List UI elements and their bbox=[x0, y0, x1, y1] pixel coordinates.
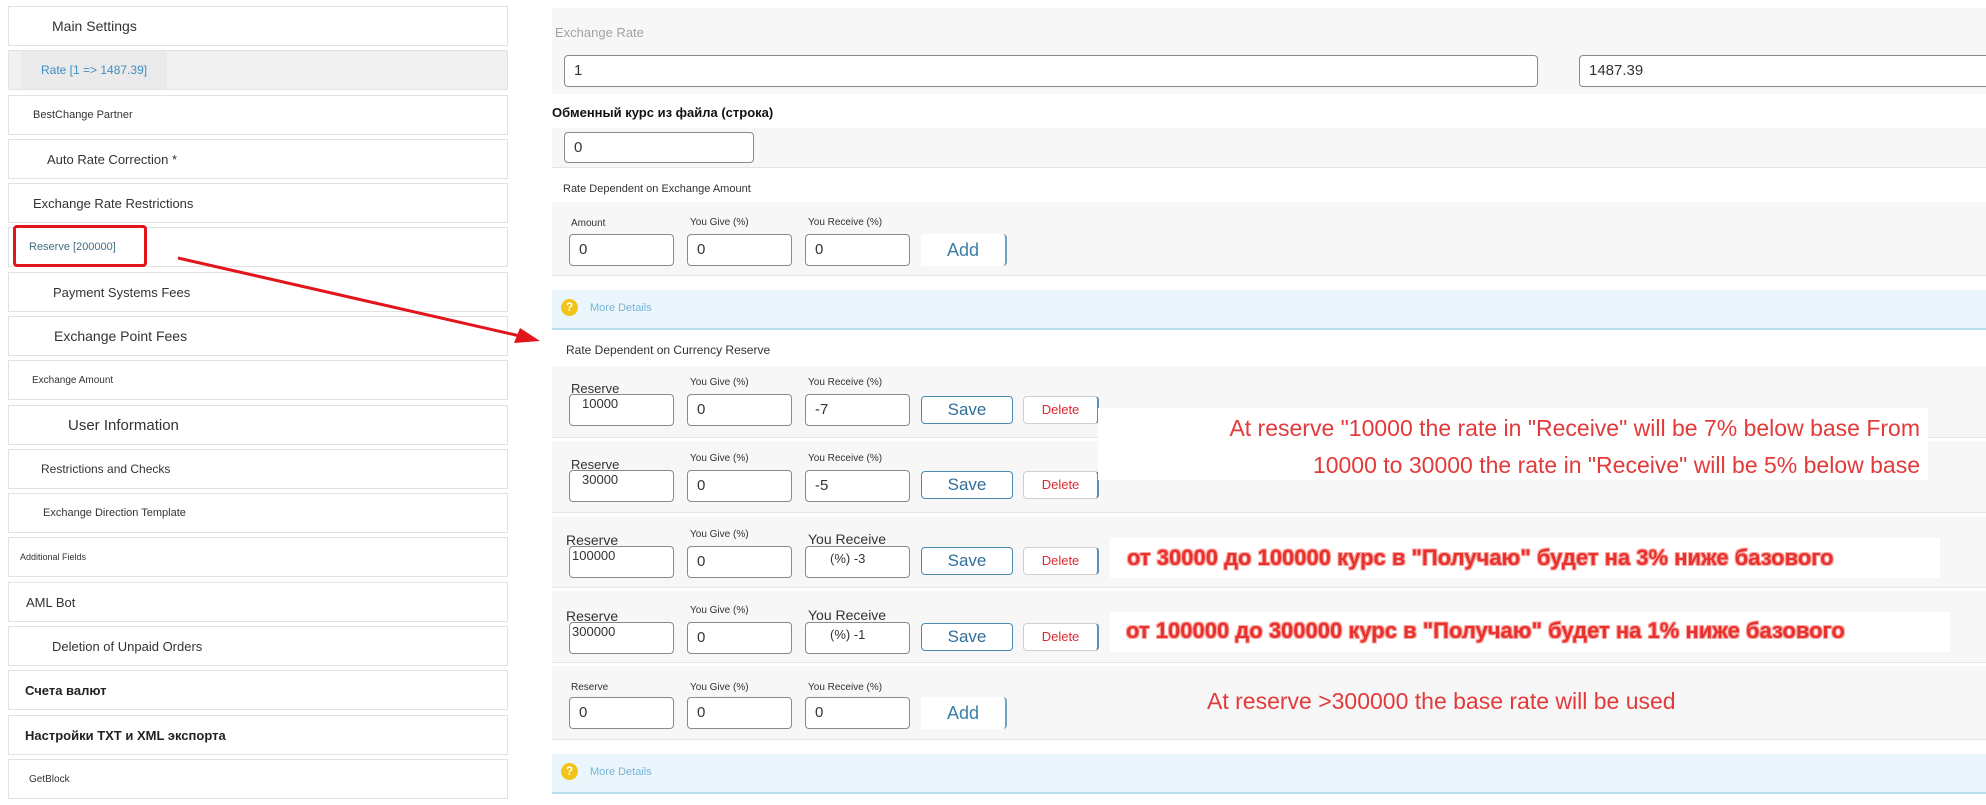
reserve-give-input[interactable]: 0 bbox=[687, 622, 792, 654]
reserve-give-label: You Give (%) bbox=[690, 377, 749, 388]
reserve-give-label: You Give (%) bbox=[690, 605, 749, 616]
reserve-receive-label: You Receive bbox=[808, 607, 887, 623]
reserve-give-input[interactable]: 0 bbox=[687, 470, 792, 502]
reserve-receive-input[interactable]: (%) -1 bbox=[805, 622, 910, 654]
reserve-receive-input[interactable]: (%) -3 bbox=[805, 546, 910, 578]
rate-give-input[interactable]: 1 bbox=[564, 55, 1538, 87]
new-give-input[interactable]: 0 bbox=[687, 697, 792, 729]
question-icon: ? bbox=[561, 299, 578, 316]
reserve-receive-label: You Receive (%) bbox=[808, 377, 883, 388]
reserve-receive-label: You Receive bbox=[808, 531, 887, 547]
annotation-line-2: 10000 to 30000 the rate in "Receive" wil… bbox=[1312, 452, 1920, 478]
amount-more-details-bar[interactable] bbox=[552, 290, 1986, 330]
amount-give-input[interactable]: 0 bbox=[687, 234, 792, 266]
reserve-delete-button[interactable]: Delete bbox=[1023, 396, 1099, 424]
rate-receive-input[interactable]: 1487.39 bbox=[1579, 55, 1986, 87]
reserve-delete-button[interactable]: Delete bbox=[1023, 547, 1099, 575]
amount-input[interactable]: 0 bbox=[569, 234, 674, 266]
reserve-give-label: You Give (%) bbox=[690, 453, 749, 464]
reserve-input[interactable]: 30000 bbox=[569, 470, 674, 502]
new-reserve-input[interactable]: 0 bbox=[569, 697, 674, 729]
reserve-more-details-link[interactable]: More Details bbox=[590, 766, 652, 778]
amount-receive-input[interactable]: 0 bbox=[805, 234, 910, 266]
exchange-rate-heading: Exchange Rate bbox=[555, 25, 644, 40]
amount-receive-label: You Receive (%) bbox=[808, 217, 883, 228]
file-rate-row bbox=[552, 128, 1986, 168]
new-receive-input[interactable]: 0 bbox=[805, 697, 910, 729]
reserve-delete-button[interactable]: Delete bbox=[1023, 471, 1099, 499]
annotation-line-1: At reserve "10000 the rate in "Receive" … bbox=[1229, 415, 1920, 441]
new-receive-label: You Receive (%) bbox=[808, 682, 883, 693]
reserve-receive-input[interactable]: -7 bbox=[805, 394, 910, 426]
reserve-give-label: You Give (%) bbox=[690, 529, 749, 540]
reserve-give-input[interactable]: 0 bbox=[687, 394, 792, 426]
file-rate-label: Обменный курс из файла (строка) bbox=[552, 105, 774, 120]
annotation-line-4: от 100000 до 300000 курс в "Получаю" буд… bbox=[1126, 618, 1845, 643]
reserve-save-button[interactable]: Save bbox=[921, 396, 1013, 424]
reserve-section-title: Rate Dependent on Currency Reserve bbox=[566, 343, 771, 357]
question-icon: ? bbox=[561, 763, 578, 780]
reserve-give-input[interactable]: 0 bbox=[687, 546, 792, 578]
reserve-input[interactable]: 300000 bbox=[569, 622, 674, 654]
reserve-input[interactable]: 100000 bbox=[569, 546, 674, 578]
reserve-add-button[interactable]: Add bbox=[921, 697, 1007, 729]
reserve-receive-input[interactable]: -5 bbox=[805, 470, 910, 502]
file-rate-input[interactable]: 0 bbox=[564, 132, 754, 163]
amount-give-label: You Give (%) bbox=[690, 217, 749, 228]
reserve-receive-label: You Receive (%) bbox=[808, 453, 883, 464]
amount-label: Amount bbox=[571, 218, 606, 229]
reserve-save-button[interactable]: Save bbox=[921, 471, 1013, 499]
new-reserve-label: Reserve bbox=[571, 682, 609, 693]
reserve-input[interactable]: 10000 bbox=[569, 394, 674, 426]
annotation-line-3: от 30000 до 100000 курс в "Получаю" буде… bbox=[1127, 545, 1834, 570]
annotation-line-5: At reserve >300000 the base rate will be… bbox=[1207, 688, 1676, 714]
reserve-delete-button[interactable]: Delete bbox=[1023, 623, 1099, 651]
amount-section-title: Rate Dependent on Exchange Amount bbox=[563, 183, 751, 195]
amount-more-details-link[interactable]: More Details bbox=[590, 302, 652, 314]
reserve-more-details-bar[interactable] bbox=[552, 754, 1986, 794]
reserve-save-button[interactable]: Save bbox=[921, 623, 1013, 651]
reserve-save-button[interactable]: Save bbox=[921, 547, 1013, 575]
amount-add-button[interactable]: Add bbox=[921, 234, 1007, 266]
new-give-label: You Give (%) bbox=[690, 682, 749, 693]
